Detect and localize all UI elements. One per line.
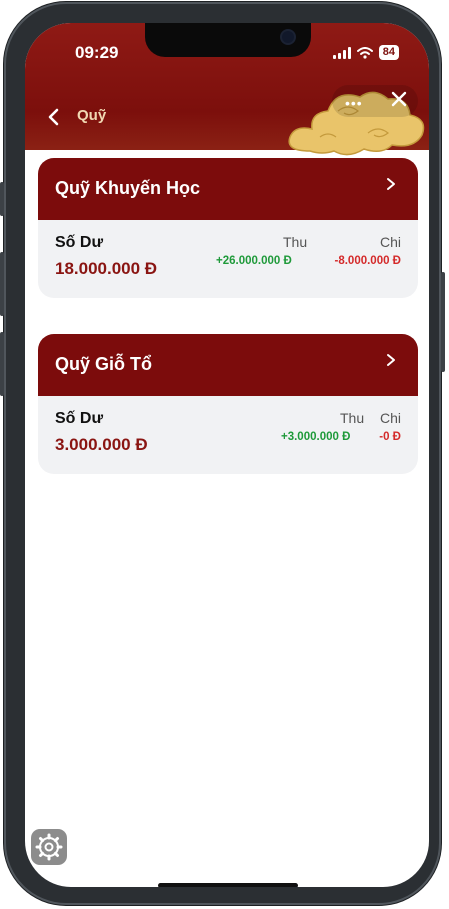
- income-value: +3.000.000 Đ: [281, 431, 351, 443]
- mute-switch: [0, 182, 4, 216]
- fund-card-body: Số Dư 3.000.000 Đ Thu Chi +3.000.000 Đ -…: [38, 396, 418, 474]
- fund-card-body: Số Dư 18.000.000 Đ Thu Chi +26.000.000 Đ…: [38, 220, 418, 298]
- expense-value: -0 Đ: [379, 431, 401, 443]
- screen: 09:29 84 Quỹ ••• Quỹ Khuyến Học Số Dư 18…: [25, 23, 429, 887]
- chevron-right-icon[interactable]: [386, 177, 396, 191]
- battery-icon: 84: [378, 45, 399, 60]
- status-time: 09:29: [75, 43, 119, 62]
- status-icons: 84: [332, 45, 399, 60]
- volume-down-button: [0, 332, 4, 396]
- chevron-right-icon[interactable]: [386, 353, 396, 367]
- close-icon[interactable]: [389, 89, 409, 109]
- fund-name: Quỹ Giỗ Tổ: [55, 354, 152, 374]
- signal-icon: [332, 46, 351, 59]
- floating-settings-button[interactable]: [31, 829, 67, 865]
- chevron-left-icon[interactable]: [47, 108, 61, 126]
- income-label: Thu: [283, 234, 308, 250]
- balance-label: Số Dư: [55, 234, 104, 251]
- income-value: +26.000.000 Đ: [216, 255, 292, 267]
- volume-up-button: [0, 252, 4, 316]
- fund-card[interactable]: Quỹ Giỗ Tổ Số Dư 3.000.000 Đ Thu Chi +3.…: [38, 334, 418, 474]
- fund-name: Quỹ Khuyến Học: [55, 178, 201, 198]
- balance-value: 18.000.000 Đ: [55, 259, 158, 278]
- fund-card-header[interactable]: Quỹ Khuyến Học: [38, 158, 418, 220]
- income-label: Thu: [340, 410, 365, 426]
- phone-frame: 09:29 84 Quỹ ••• Quỹ Khuyến Học Số Dư 18…: [0, 2, 445, 905]
- expense-label: Chi: [379, 410, 401, 426]
- balance-value: 3.000.000 Đ: [55, 435, 148, 454]
- balance-label: Số Dư: [55, 410, 104, 427]
- more-dots-icon[interactable]: •••: [345, 95, 363, 111]
- gear-icon: [35, 833, 63, 861]
- camera-icon: [282, 31, 294, 43]
- page-title: Quỹ: [77, 107, 107, 124]
- fund-card[interactable]: Quỹ Khuyến Học Số Dư 18.000.000 Đ Thu Ch…: [38, 158, 418, 298]
- expense-label: Chi: [379, 234, 401, 250]
- fund-card-header[interactable]: Quỹ Giỗ Tổ: [38, 334, 418, 396]
- notch: [145, 23, 311, 57]
- wifi-icon: [356, 46, 373, 59]
- power-button: [441, 272, 445, 372]
- home-indicator[interactable]: [158, 883, 298, 887]
- expense-value: -8.000.000 Đ: [334, 255, 402, 267]
- app-header: 09:29 84 Quỹ •••: [25, 23, 429, 156]
